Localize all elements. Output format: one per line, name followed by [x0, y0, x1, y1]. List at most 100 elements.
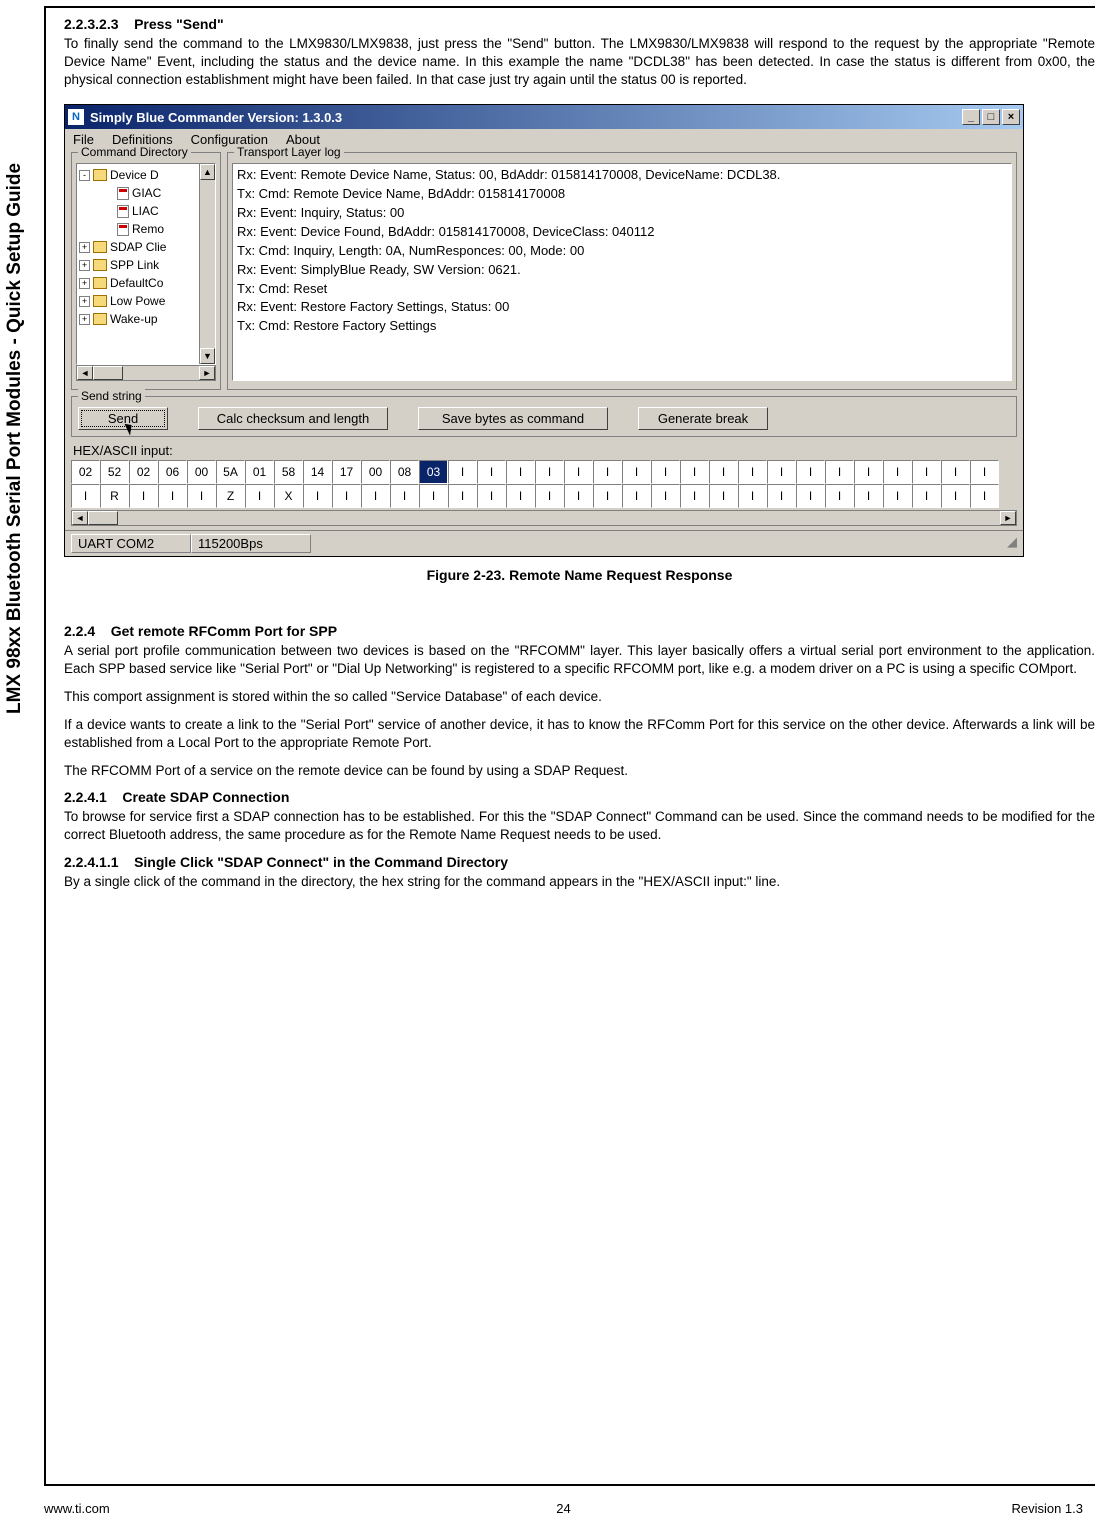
hex-cell[interactable]: I — [477, 460, 506, 484]
hex-cell[interactable]: I — [709, 460, 738, 484]
hex-cell[interactable]: 58 — [274, 460, 303, 484]
hex-cell[interactable]: R — [100, 484, 129, 508]
hex-cell[interactable]: I — [448, 484, 477, 508]
hex-cell[interactable]: 5A — [216, 460, 245, 484]
hex-cell[interactable]: 08 — [390, 460, 419, 484]
hex-cell[interactable]: 00 — [361, 460, 390, 484]
expand-toggle-icon[interactable]: + — [79, 296, 90, 307]
hex-cell[interactable]: I — [970, 484, 999, 508]
hex-cell[interactable]: I — [448, 460, 477, 484]
expand-toggle-icon[interactable]: + — [79, 314, 90, 325]
hex-cell[interactable]: I — [71, 484, 100, 508]
hex-cell[interactable]: I — [158, 484, 187, 508]
hex-grid[interactable]: 02520206005A01581417000803IIIIIIIIIIIIII… — [71, 460, 1017, 508]
hex-cell[interactable]: 17 — [332, 460, 361, 484]
hex-cell[interactable]: I — [477, 484, 506, 508]
hex-cell[interactable]: I — [680, 460, 709, 484]
tree-row[interactable]: +DefaultCo — [79, 274, 213, 292]
hex-cell[interactable]: I — [680, 484, 709, 508]
hex-cell[interactable]: I — [912, 484, 941, 508]
scroll-down-icon[interactable]: ▼ — [200, 348, 215, 364]
hex-cell[interactable]: I — [767, 460, 796, 484]
hex-cell[interactable]: I — [970, 460, 999, 484]
hex-cell[interactable]: I — [535, 460, 564, 484]
hex-cell[interactable]: I — [738, 460, 767, 484]
hex-scroll-right-icon[interactable]: ► — [1000, 511, 1016, 525]
scroll-left-icon[interactable]: ◄ — [77, 366, 93, 380]
hex-cell[interactable]: 52 — [100, 460, 129, 484]
hex-cell[interactable]: I — [390, 484, 419, 508]
hex-cell[interactable]: I — [245, 484, 274, 508]
hex-cell[interactable]: 01 — [245, 460, 274, 484]
hex-cell[interactable]: 00 — [187, 460, 216, 484]
send-button[interactable]: Send — [78, 407, 168, 430]
hex-cell[interactable]: 03 — [419, 460, 448, 484]
close-button[interactable]: × — [1002, 109, 1020, 125]
tree-row[interactable]: -Device D — [79, 166, 213, 184]
tree-row[interactable]: +Wake-up — [79, 310, 213, 328]
generate-break-button[interactable]: Generate break — [638, 407, 768, 430]
expand-toggle-icon[interactable]: + — [79, 260, 90, 271]
hex-cell[interactable]: I — [796, 484, 825, 508]
resize-grip-icon[interactable]: ◢ — [999, 534, 1017, 553]
hex-cell[interactable]: 02 — [129, 460, 158, 484]
scroll-right-icon[interactable]: ► — [199, 366, 215, 380]
hex-cell[interactable]: I — [941, 460, 970, 484]
tree-row[interactable]: +Low Powe — [79, 292, 213, 310]
hex-cell[interactable]: I — [303, 484, 332, 508]
hex-cell[interactable]: I — [854, 460, 883, 484]
hex-cell[interactable]: X — [274, 484, 303, 508]
tree-row[interactable]: GIAC — [79, 184, 213, 202]
hex-cell[interactable]: I — [419, 484, 448, 508]
hex-scroll-left-icon[interactable]: ◄ — [72, 511, 88, 525]
hex-cell[interactable]: I — [506, 460, 535, 484]
hex-cell[interactable]: I — [622, 460, 651, 484]
hex-cell[interactable]: I — [854, 484, 883, 508]
minimize-button[interactable]: _ — [962, 109, 980, 125]
tree-row[interactable]: LIAC — [79, 202, 213, 220]
expand-toggle-icon[interactable]: + — [79, 278, 90, 289]
maximize-button[interactable]: □ — [982, 109, 1000, 125]
hex-hscroll[interactable]: ◄ ► — [71, 510, 1017, 526]
scroll-up-icon[interactable]: ▲ — [200, 164, 215, 180]
hex-cell[interactable]: I — [129, 484, 158, 508]
hex-cell[interactable]: I — [883, 460, 912, 484]
expand-toggle-icon[interactable]: - — [79, 170, 90, 181]
hex-cell[interactable]: 14 — [303, 460, 332, 484]
hex-scroll-thumb[interactable] — [88, 511, 118, 525]
hex-cell[interactable]: I — [767, 484, 796, 508]
tree-row[interactable]: +SPP Link — [79, 256, 213, 274]
hex-cell[interactable]: I — [796, 460, 825, 484]
scroll-thumb[interactable] — [93, 366, 123, 380]
tree-row[interactable]: Remo — [79, 220, 213, 238]
hex-cell[interactable]: I — [709, 484, 738, 508]
hex-cell[interactable]: I — [564, 484, 593, 508]
hex-cell[interactable]: 02 — [71, 460, 100, 484]
expand-toggle-icon[interactable]: + — [79, 242, 90, 253]
tree-hscroll[interactable]: ◄ ► — [76, 365, 216, 381]
hex-cell[interactable]: I — [361, 484, 390, 508]
hex-cell[interactable]: I — [651, 484, 680, 508]
calc-checksum-button[interactable]: Calc checksum and length — [198, 407, 388, 430]
log-text[interactable]: Rx: Event: Remote Device Name, Status: 0… — [232, 163, 1012, 381]
hex-cell[interactable]: I — [564, 460, 593, 484]
command-tree[interactable]: -Device DGIACLIACRemo+SDAP Clie+SPP Link… — [76, 163, 216, 365]
hex-cell[interactable]: I — [593, 484, 622, 508]
hex-cell[interactable]: I — [651, 460, 680, 484]
hex-cell[interactable]: I — [187, 484, 216, 508]
hex-cell[interactable]: I — [825, 484, 854, 508]
hex-cell[interactable]: Z — [216, 484, 245, 508]
tree-row[interactable]: +SDAP Clie — [79, 238, 213, 256]
hex-cell[interactable]: I — [506, 484, 535, 508]
hex-cell[interactable]: I — [883, 484, 912, 508]
hex-cell[interactable]: I — [738, 484, 767, 508]
hex-cell[interactable]: I — [912, 460, 941, 484]
save-bytes-button[interactable]: Save bytes as command — [418, 407, 608, 430]
hex-cell[interactable]: I — [535, 484, 564, 508]
hex-cell[interactable]: 06 — [158, 460, 187, 484]
tree-vscroll[interactable]: ▲ ▼ — [199, 164, 215, 364]
hex-cell[interactable]: I — [593, 460, 622, 484]
hex-cell[interactable]: I — [825, 460, 854, 484]
hex-cell[interactable]: I — [332, 484, 361, 508]
hex-cell[interactable]: I — [941, 484, 970, 508]
